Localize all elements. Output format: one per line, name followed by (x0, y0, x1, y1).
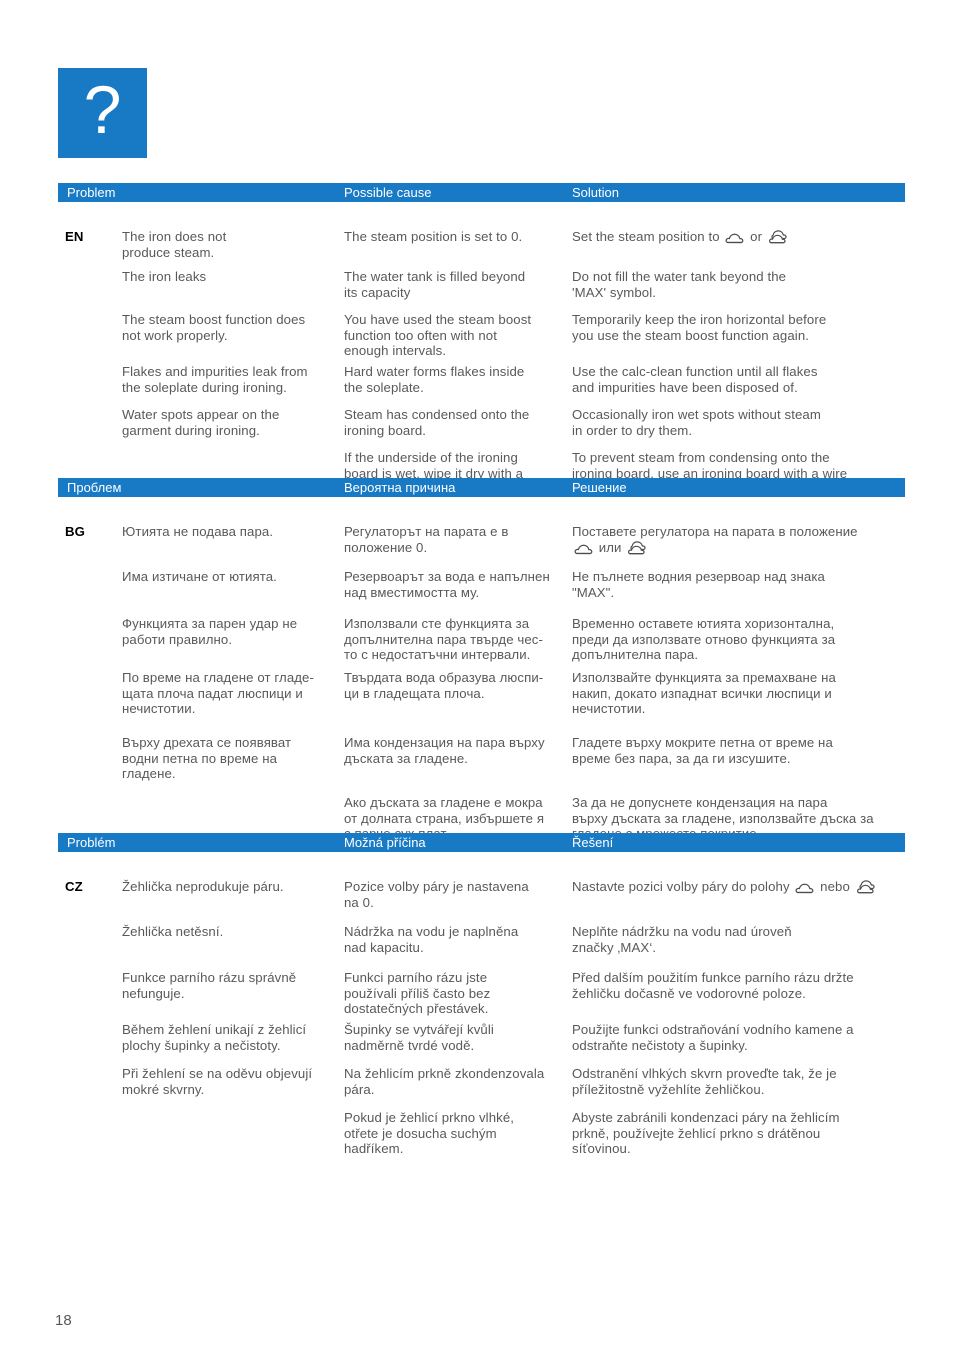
cell-solution: Před dalším použitím funkce parního rázu… (572, 970, 854, 1001)
single-cloud-steam-icon (795, 882, 814, 894)
single-cloud-steam-icon (725, 232, 744, 244)
language-block-cz: Problém Možná příčina Řešení CZ Žehlička nep… (58, 833, 905, 1156)
cell-cause: Šupinky se vytvářejí kvůli nadměrně tvrdé… (344, 1022, 494, 1053)
cell-solution: Използвайте функцията за премахване на на… (572, 670, 836, 717)
column-header-solution: Řešení (572, 835, 614, 850)
cell-cause: Funkci parního rázu jste používali příliš… (344, 970, 491, 1017)
cell-problem: Funkce parního rázu správně nefunguje. (122, 970, 297, 1001)
cell-problem: The steam boost function does not work pr… (122, 312, 306, 343)
cell-cause: Използвали сте функцията за допълнителна … (344, 616, 543, 663)
cell-problem: Функцията за парен удар не работи правилн… (122, 616, 298, 647)
table-header-cz: Problém Možná příčina Řešení (58, 833, 905, 852)
cell-solution: Abyste zabránili kondenzaci páry na žehl… (572, 1110, 840, 1157)
cell-cause: Hard water forms flakes inside the solepl… (344, 364, 525, 395)
language-block-en: Problem Possible cause Solution EN The iron … (58, 183, 905, 496)
cell-cause: Steam has condensed onto the ironing boar… (344, 407, 530, 438)
help-question-badge: ? (58, 68, 147, 158)
language-code: EN (65, 229, 84, 244)
cell-solution: Use the calc-clean function until all fl… (572, 364, 818, 395)
cell-cause: The steam position is set to 0. (344, 229, 523, 244)
cell-solution: Nastavte pozici volby páry do polohy neb… (572, 879, 905, 895)
cell-cause: You have used the steam boost function to… (344, 312, 532, 359)
cell-problem: Žehlička neprodukuje páru. (122, 879, 284, 894)
cell-problem: Ютията не подава пара. (122, 524, 274, 539)
column-header-cause: Possible cause (344, 185, 432, 200)
cell-solution: Occasionally iron wet spots without stea… (572, 407, 821, 438)
cell-solution: Не пълнете водния резервоар над знака "MA… (572, 569, 825, 600)
table-header-en: Problem Possible cause Solution (58, 183, 905, 202)
single-cloud-steam-icon (574, 543, 593, 555)
cell-solution: Временно оставете ютията хоризонтална, пр… (572, 616, 836, 663)
cell-solution: Set the steam position to or (572, 229, 905, 245)
cell-cause: Pokud je žehlicí prkno vlhké, otřete je d… (344, 1110, 515, 1157)
cell-problem: Během žehlení unikají z žehlicí plochy šu… (122, 1022, 307, 1053)
column-header-solution: Решение (572, 480, 627, 495)
cell-problem: The iron does not produce steam. (122, 229, 227, 260)
cell-cause: Na žehlicím prkně zkondenzovala pára. (344, 1066, 545, 1097)
cell-cause: Резервоарът за вода е напълнен над вмести… (344, 569, 550, 600)
double-cloud-steam-icon (856, 880, 877, 894)
cell-cause: Твърдата вода образува люспи-ци в гладещ… (344, 670, 544, 701)
double-cloud-steam-icon (627, 540, 648, 555)
cell-cause: The water tank is filled beyond its capac… (344, 269, 526, 300)
cell-solution: Поставете регулатора на парата в положен… (572, 524, 858, 555)
double-cloud-steam-icon (768, 230, 789, 244)
column-header-problem: Проблем (67, 480, 122, 495)
cell-problem: Flakes and impurities leak from the solep… (122, 364, 308, 395)
language-block-bg: Проблем Вероятна причина Решение BG Ютията н… (58, 478, 905, 841)
cell-problem: По време на гладене от гладе-щата плоча … (122, 670, 314, 717)
question-mark-icon: ? (83, 72, 122, 148)
column-header-cause: Možná příčina (344, 835, 426, 850)
cell-problem: Water spots appear on the garment during … (122, 407, 280, 438)
cell-solution: Гладете върху мокрите петна от време на в… (572, 735, 833, 766)
cell-problem: The iron leaks (122, 269, 207, 284)
cell-cause: Регулаторът на парата е в положение 0. (344, 524, 509, 555)
table-header-bg: Проблем Вероятна причина Решение (58, 478, 905, 497)
column-header-problem: Problem (67, 185, 116, 200)
cell-solution: Temporarily keep the iron horizontal bef… (572, 312, 827, 343)
column-header-cause: Вероятна причина (344, 480, 456, 495)
cell-problem: Има изтичане от ютията. (122, 569, 277, 584)
cell-solution: Použijte funkci odstraňování vodního kam… (572, 1022, 854, 1053)
cell-cause: Pozice volby páry je nastavena na 0. (344, 879, 529, 910)
manual-page: ? Problem Possible cause Solution EN The iro… (0, 0, 954, 1354)
cell-cause: Има кондензация на пара върху дъската за … (344, 735, 545, 766)
language-code: CZ (65, 879, 83, 894)
cell-solution: Odstranění vlhkých skvrn proveďte tak, ž… (572, 1066, 837, 1097)
column-header-solution: Solution (572, 185, 619, 200)
page-number: 18 (55, 1312, 72, 1329)
cell-cause: Nádržka na vodu je naplněna nad kapacitu. (344, 924, 519, 955)
cell-problem: Върху дрехата се появяват водни петна по … (122, 735, 292, 782)
cell-problem: Žehlička netěsní. (122, 924, 224, 939)
cell-solution: Neplňte nádržku na vodu nad úroveň značky… (572, 924, 792, 955)
cell-solution: Do not fill the water tank beyond the 'MA… (572, 269, 787, 300)
column-header-problem: Problém (67, 835, 116, 850)
cell-problem: Při žehlení se na oděvu objevují mokré sk… (122, 1066, 313, 1097)
language-code: BG (65, 524, 85, 539)
